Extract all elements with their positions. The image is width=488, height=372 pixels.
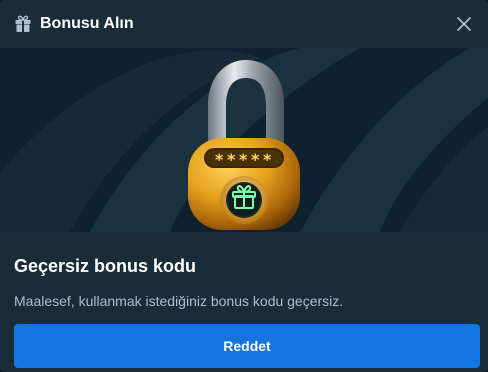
svg-text:*: * bbox=[239, 150, 248, 169]
close-icon bbox=[457, 17, 471, 31]
svg-text:*: * bbox=[215, 150, 224, 169]
modal-title: Bonusu Alın bbox=[40, 15, 134, 32]
hero-banner: * * * * * bbox=[0, 48, 488, 232]
svg-text:*: * bbox=[263, 150, 272, 169]
message-area: Geçersiz bonus kodu Maalesef, kullanmak … bbox=[0, 232, 488, 311]
svg-text:*: * bbox=[227, 150, 236, 169]
padlock-gift-icon: * * * * * bbox=[188, 60, 300, 230]
error-title: Geçersiz bonus kodu bbox=[14, 256, 197, 276]
error-description: Maalesef, kullanmak istediğiniz bonus ko… bbox=[14, 293, 344, 309]
svg-text:*: * bbox=[251, 150, 260, 169]
dismiss-button[interactable]: Reddet bbox=[14, 324, 480, 368]
modal-header: Bonusu Alın bbox=[0, 0, 488, 48]
bonus-modal: Bonusu Alın * * * * * Geçersiz bonus kod… bbox=[0, 0, 488, 372]
close-button[interactable] bbox=[452, 12, 476, 36]
gift-icon bbox=[14, 15, 32, 33]
